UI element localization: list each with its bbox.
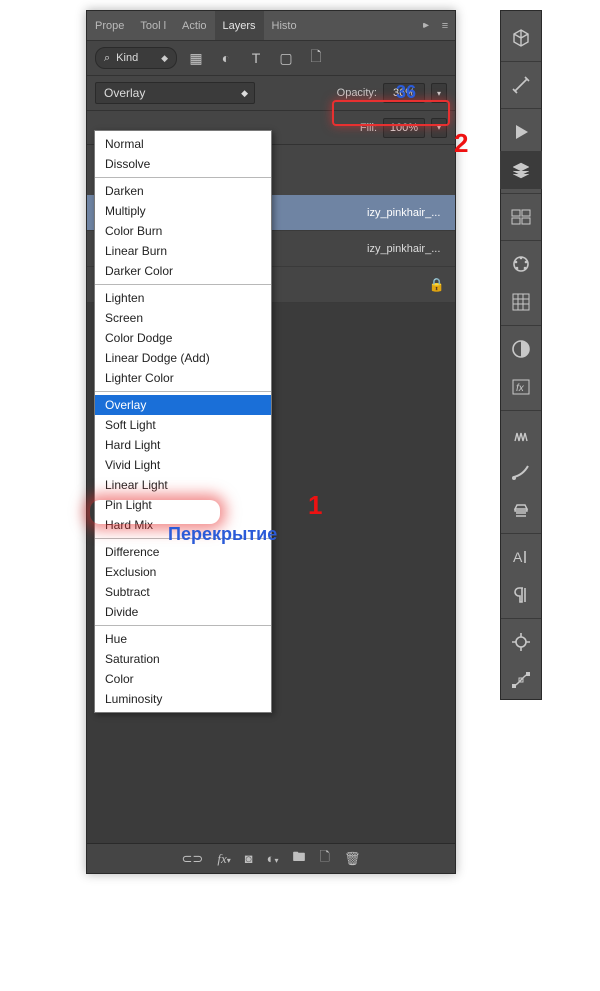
- blend-hard-mix[interactable]: Hard Mix: [95, 515, 271, 535]
- layer-name: izy_pinkhair_...: [367, 207, 440, 219]
- rail-paths-icon[interactable]: [500, 661, 542, 699]
- new-layer-icon[interactable]: 🗋: [319, 848, 329, 870]
- blend-opacity-row: Overlay ◆ Opacity: 36% ▾: [87, 76, 455, 111]
- blend-divide[interactable]: Divide: [95, 602, 271, 622]
- chevron-updown-icon: ◆: [241, 89, 248, 97]
- chevron-updown-icon: ◆: [161, 54, 168, 62]
- panel-tabs: Prope Tool l Actio Layers Histo ▸▸ ≡: [87, 11, 455, 41]
- opacity-value[interactable]: 36%: [383, 83, 425, 103]
- blend-lighter-color[interactable]: Lighter Color: [95, 368, 271, 388]
- blend-saturation[interactable]: Saturation: [95, 649, 271, 669]
- fill-dropdown-icon[interactable]: ▾: [431, 118, 447, 138]
- blend-color[interactable]: Color: [95, 669, 271, 689]
- svg-text:A: A: [513, 549, 523, 565]
- tab-overflow-icon[interactable]: ▸▸: [413, 20, 435, 31]
- adjustment-layer-icon[interactable]: ◐▾: [267, 851, 279, 866]
- rail-paragraph-icon[interactable]: [500, 576, 542, 614]
- blend-hue[interactable]: Hue: [95, 629, 271, 649]
- blend-mode-select[interactable]: Overlay ◆: [95, 82, 255, 104]
- blend-linear-burn[interactable]: Linear Burn: [95, 241, 271, 261]
- svg-text:fx: fx: [516, 383, 525, 394]
- tab-actions[interactable]: Actio: [174, 11, 214, 40]
- rail-adjustments-icon[interactable]: [500, 330, 542, 368]
- blend-subtract[interactable]: Subtract: [95, 582, 271, 602]
- filter-kind-label: Kind: [116, 52, 138, 64]
- blend-vivid-light[interactable]: Vivid Light: [95, 455, 271, 475]
- annotation-2: 2: [454, 128, 468, 159]
- blend-color-dodge[interactable]: Color Dodge: [95, 328, 271, 348]
- tab-history[interactable]: Histo: [264, 11, 305, 40]
- blend-darker-color[interactable]: Darker Color: [95, 261, 271, 281]
- filter-kind-select[interactable]: ⌕ Kind ◆: [95, 47, 177, 69]
- panel-menu-icon[interactable]: ≡: [435, 20, 455, 32]
- rail-3d-icon[interactable]: [500, 19, 542, 57]
- filter-smart-icon[interactable]: 🗋: [305, 47, 327, 69]
- filter-adjustment-icon[interactable]: ◐: [215, 47, 237, 69]
- blend-screen[interactable]: Screen: [95, 308, 271, 328]
- blend-linear-light[interactable]: Linear Light: [95, 475, 271, 495]
- rail-play-icon[interactable]: [500, 113, 542, 151]
- blend-mode-dropdown: Normal Dissolve Darken Multiply Color Bu…: [94, 130, 272, 713]
- rail-swatches-icon[interactable]: [500, 245, 542, 283]
- fill-value[interactable]: 100%: [383, 118, 425, 138]
- blend-luminosity[interactable]: Luminosity: [95, 689, 271, 709]
- layer-fx-icon[interactable]: fx▾: [217, 851, 230, 867]
- layer-name: izy_pinkhair_...: [367, 243, 440, 255]
- blend-soft-light[interactable]: Soft Light: [95, 415, 271, 435]
- blend-dissolve[interactable]: Dissolve: [95, 154, 271, 174]
- rail-brushes-icon[interactable]: [500, 415, 542, 453]
- rail-clone-icon[interactable]: [500, 491, 542, 529]
- layer-filter-row: ⌕ Kind ◆ ▦ ◐ T ▢ 🗋: [87, 41, 455, 76]
- blend-pin-light[interactable]: Pin Light: [95, 495, 271, 515]
- delete-layer-icon[interactable]: 🗑: [344, 851, 361, 867]
- blend-normal[interactable]: Normal: [95, 134, 271, 154]
- tab-tool-presets[interactable]: Tool l: [132, 11, 174, 40]
- rail-tools-icon[interactable]: [500, 66, 542, 104]
- lock-icon: 🔒: [429, 277, 445, 293]
- rail-channels-icon[interactable]: [500, 198, 542, 236]
- blend-linear-dodge[interactable]: Linear Dodge (Add): [95, 348, 271, 368]
- blend-hard-light[interactable]: Hard Light: [95, 435, 271, 455]
- search-icon: ⌕: [104, 52, 110, 65]
- blend-color-burn[interactable]: Color Burn: [95, 221, 271, 241]
- blend-darken[interactable]: Darken: [95, 181, 271, 201]
- blend-multiply[interactable]: Multiply: [95, 201, 271, 221]
- rail-brush-icon[interactable]: [500, 453, 542, 491]
- blend-difference[interactable]: Difference: [95, 542, 271, 562]
- fill-label: Fill:: [360, 122, 377, 134]
- new-group-icon[interactable]: 🖿: [292, 848, 305, 870]
- opacity-dropdown-icon[interactable]: ▾: [431, 83, 447, 103]
- blend-mode-value: Overlay: [104, 86, 145, 100]
- rail-styles-icon[interactable]: fx: [500, 368, 542, 406]
- rail-navigator-icon[interactable]: [500, 623, 542, 661]
- tab-layers[interactable]: Layers: [215, 11, 264, 40]
- link-layers-icon[interactable]: ⊂⊃: [182, 851, 204, 867]
- opacity-label: Opacity:: [337, 87, 377, 99]
- filter-type-icon[interactable]: T: [245, 47, 267, 69]
- rail-color-grid-icon[interactable]: [500, 283, 542, 321]
- filter-pixel-icon[interactable]: ▦: [185, 47, 207, 69]
- tab-properties[interactable]: Prope: [87, 11, 132, 40]
- layer-mask-icon[interactable]: ◙: [245, 851, 253, 866]
- blend-lighten[interactable]: Lighten: [95, 288, 271, 308]
- rail-character-icon[interactable]: A: [500, 538, 542, 576]
- rail-layers-icon[interactable]: [500, 151, 542, 189]
- blend-overlay[interactable]: Overlay: [95, 395, 271, 415]
- layers-footer: ⊂⊃ fx▾ ◙ ◐▾ 🖿 🗋 🗑: [87, 843, 455, 873]
- blend-exclusion[interactable]: Exclusion: [95, 562, 271, 582]
- right-panel-rail: fx A: [500, 10, 542, 700]
- filter-shape-icon[interactable]: ▢: [275, 47, 297, 69]
